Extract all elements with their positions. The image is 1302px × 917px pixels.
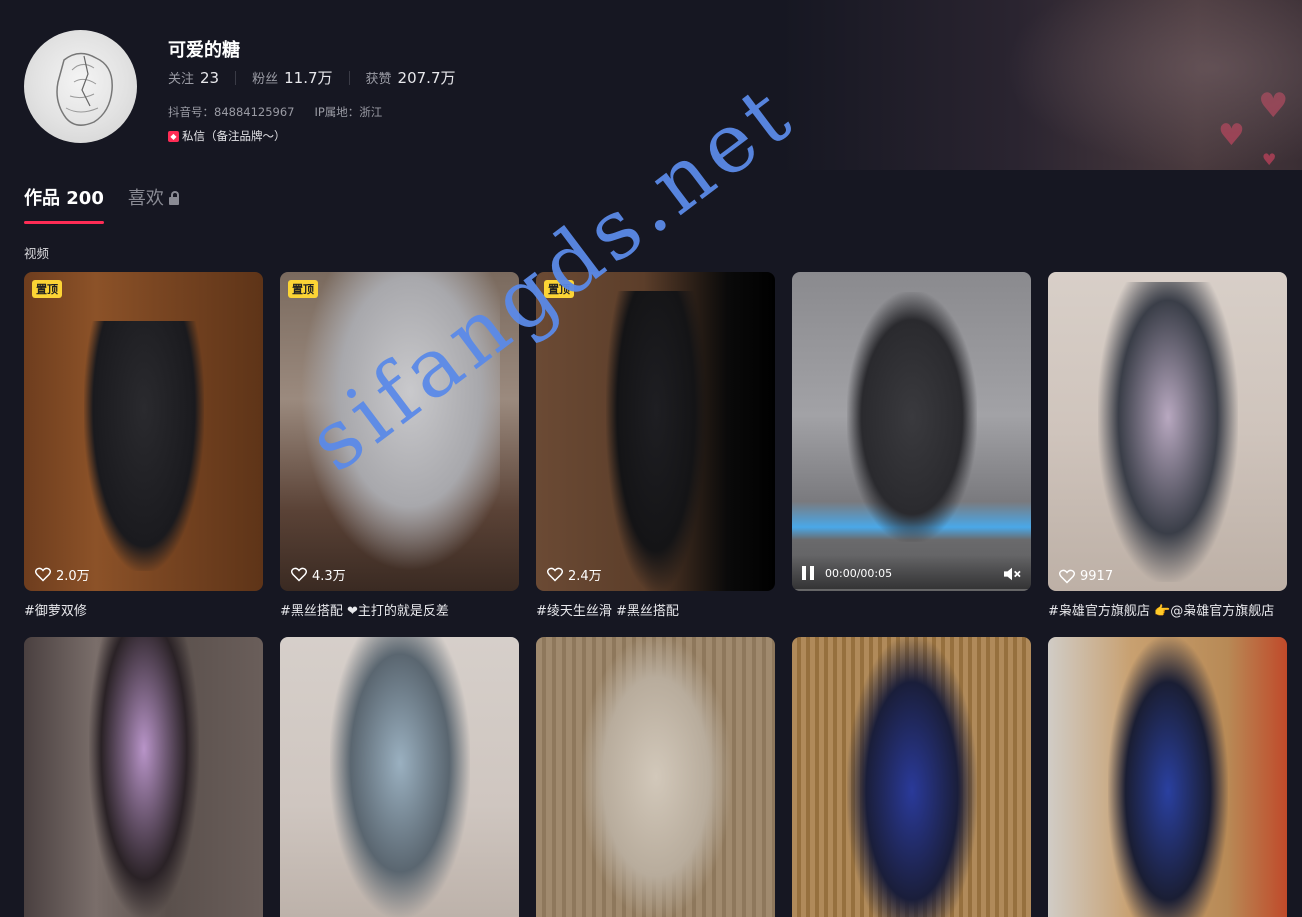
tab-works[interactable]: 作品 200 [24,184,104,224]
like-count: 9917 [1059,569,1113,584]
avatar[interactable] [24,30,137,143]
thumbnail-figure [846,292,977,542]
heart-decoration-icon: ♥ [1262,150,1277,169]
thumbnail-figure [605,291,706,591]
heart-decoration-icon: ♥ [1258,86,1289,126]
video-caption[interactable]: #绫天生丝滑 #黑丝搭配 [536,600,775,619]
video-thumbnail[interactable] [24,637,263,917]
video-caption[interactable]: #黑丝搭配 ❤主打的就是反差 [280,600,519,619]
heart-decoration-icon: ♥ [1218,118,1245,153]
section-label: 视频 [24,246,50,261]
pinned-badge: 置顶 [288,280,318,298]
video-thumbnail[interactable] [536,637,775,917]
thumbnail-figure [299,272,500,572]
video-thumbnail[interactable]: 置顶 2.4万 [536,272,775,591]
thumbnail-figure [1097,282,1238,582]
progress-bar[interactable] [792,589,1031,591]
stat-value: 207.7万 [397,69,456,87]
video-card[interactable] [1048,637,1287,917]
thumbnail-figure [88,637,199,917]
video-card[interactable] [280,637,519,917]
stat-followers[interactable]: 粉丝 11.7万 [252,67,332,88]
lock-icon [168,191,179,205]
heart-icon [35,567,51,582]
heart-icon [291,567,307,582]
video-card[interactable]: 9917 #枭雄官方旗舰店 👉@枭雄官方旗舰店 [1048,272,1287,619]
video-thumbnail[interactable] [1048,637,1287,917]
video-card[interactable]: 置顶 4.3万 #黑丝搭配 ❤主打的就是反差 [280,272,519,619]
video-caption[interactable]: #枭雄官方旗舰店 👉@枭雄官方旗舰店 [1048,600,1287,619]
video-player[interactable]: 00:00/00:05 [792,272,1031,591]
like-count-value: 4.3万 [312,569,346,584]
video-card[interactable]: 置顶 2.0万 #御萝双修 [24,272,263,619]
stat-likes-received: 获赞 207.7万 [366,67,456,88]
video-card-playing[interactable]: 00:00/00:05 [792,272,1031,591]
player-controls: 00:00/00:05 [792,555,1031,591]
thumbnail-figure [1107,637,1228,917]
pause-icon[interactable] [802,566,814,580]
ip-location: IP属地：浙江 [314,105,383,119]
stat-value: 23 [200,68,220,87]
stat-label: 获赞 [365,72,392,87]
pinned-badge: 置顶 [544,280,574,298]
stat-label: 关注 [168,72,195,87]
player-time: 00:00/00:05 [825,566,893,580]
video-card[interactable]: 置顶 2.4万 #绫天生丝滑 #黑丝搭配 [536,272,775,619]
stat-value: 11.7万 [284,69,333,87]
video-thumbnail[interactable]: 9917 [1048,272,1287,591]
profile-meta: 抖音号：84884125967 IP属地：浙江 [168,104,382,120]
stat-following[interactable]: 关注 23 [168,68,220,88]
divider [235,70,237,85]
like-count: 2.4万 [547,565,602,584]
video-thumbnail[interactable] [280,637,519,917]
like-count-value: 2.4万 [568,569,602,584]
video-thumbnail[interactable]: 置顶 4.3万 [280,272,519,591]
like-count: 2.0万 [35,565,90,584]
stat-label: 粉丝 [252,72,279,87]
heart-icon [1059,569,1075,584]
heart-icon [547,567,563,582]
store-icon: ◆ [168,130,179,142]
video-thumbnail[interactable] [792,637,1031,917]
like-count-value: 2.0万 [56,569,90,584]
video-caption[interactable]: #御萝双修 [24,600,263,619]
profile-nickname: 可爱的糖 [168,40,240,61]
tab-likes-label: 喜欢 [127,188,164,209]
douyin-id: 抖音号：84884125967 [168,105,295,119]
tab-likes[interactable]: 喜欢 [128,184,179,220]
pinned-badge: 置顶 [32,280,62,298]
video-card[interactable] [792,637,1031,917]
thumbnail-figure [83,321,204,571]
like-count-value: 9917 [1080,569,1114,584]
mute-icon[interactable] [1003,566,1021,582]
dm-note-text: 私信（备注品牌～） [182,129,286,143]
thumbnail-figure [580,637,731,917]
profile-tabs: 作品 200 喜欢 [24,184,179,224]
like-count: 4.3万 [291,565,346,584]
video-thumbnail[interactable]: 置顶 2.0万 [24,272,263,591]
divider [348,70,350,85]
video-card[interactable] [536,637,775,917]
video-card[interactable] [24,637,263,917]
profile-stats: 关注 23 粉丝 11.7万 获赞 207.7万 [168,67,456,88]
thumbnail-figure [329,637,470,917]
dm-note: ◆ 私信（备注品牌～） [168,128,286,144]
thumbnail-figure [846,637,977,917]
